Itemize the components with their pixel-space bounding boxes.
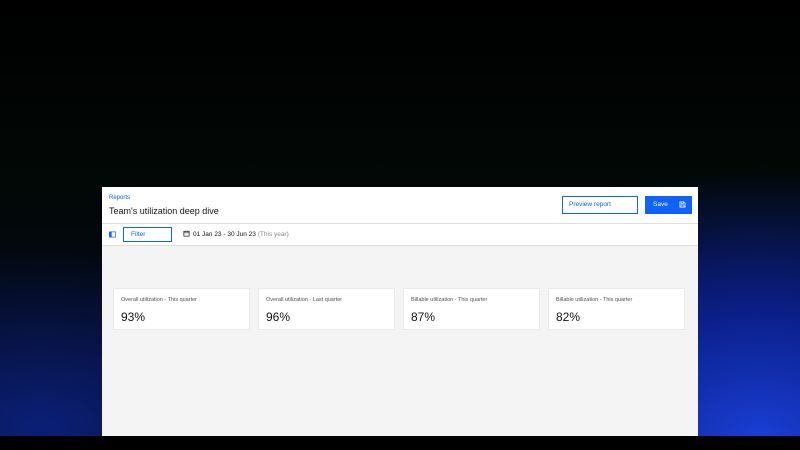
- metric-card-overall-last-quarter: Overall utilization - Last quarter 96%: [258, 288, 395, 330]
- metric-value: 96%: [266, 310, 291, 324]
- metric-label: Billable utilization - This quarter: [556, 297, 633, 303]
- metric-label: Overall utilization - This quarter: [121, 297, 198, 303]
- filter-label: Filter: [131, 231, 146, 238]
- save-label: Save: [653, 201, 668, 208]
- preview-report-label: Preview report: [569, 201, 611, 208]
- date-range-note: (This year): [257, 231, 289, 238]
- page-header: Reports Team's utilization deep dive Pre…: [102, 187, 698, 224]
- filter-input[interactable]: Filter: [123, 227, 172, 242]
- top-letterbox: [0, 0, 800, 14]
- save-icon: [679, 201, 686, 208]
- bottom-letterbox: [0, 436, 800, 450]
- side-panel-icon[interactable]: [109, 231, 116, 238]
- report-window: Reports Team's utilization deep dive Pre…: [102, 187, 698, 436]
- metric-label: Overall utilization - Last quarter: [266, 297, 343, 303]
- metric-value: 87%: [411, 310, 436, 324]
- preview-report-button[interactable]: Preview report: [562, 196, 638, 214]
- save-button[interactable]: Save: [645, 196, 692, 214]
- breadcrumb[interactable]: Reports: [109, 195, 130, 201]
- date-range-text: 01 Jan 23 - 30 Jun 23: [193, 231, 256, 238]
- page-title: Team's utilization deep dive: [109, 206, 219, 216]
- date-range-picker[interactable]: 01 Jan 23 - 30 Jun 23 (This year): [193, 231, 289, 238]
- metric-label: Billable utilization - This quarter: [411, 297, 488, 303]
- calendar-icon[interactable]: [183, 230, 190, 237]
- metric-card-billable-this-quarter: Billable utilization - This quarter 87%: [403, 288, 540, 330]
- metric-value: 93%: [121, 310, 146, 324]
- metric-card-billable-this-quarter-2: Billable utilization - This quarter 82%: [548, 288, 685, 330]
- metric-value: 82%: [556, 310, 581, 324]
- metric-card-overall-this-quarter: Overall utilization - This quarter 93%: [113, 288, 250, 330]
- filter-toolbar: Filter 01 Jan 23 - 30 Jun 23 (This year): [102, 224, 698, 246]
